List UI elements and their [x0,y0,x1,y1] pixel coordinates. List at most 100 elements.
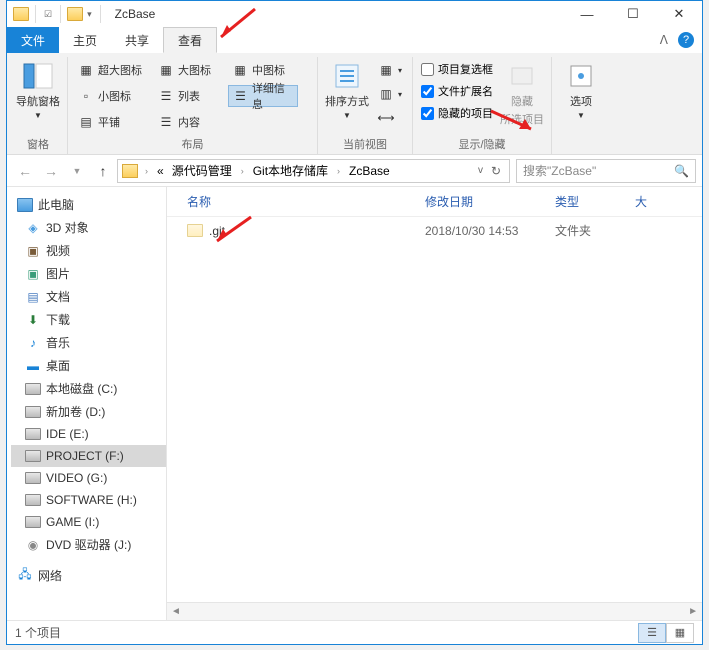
tab-view[interactable]: 查看 [163,27,217,53]
address-bar: ← → ▼ ↑ › « 源代码管理 › Git本地存储库 › ZcBase v … [7,155,702,187]
group-by-button[interactable]: ▦▾ [374,59,406,81]
tree-downloads[interactable]: ⬇下载 [11,308,166,331]
folder-icon[interactable] [67,7,83,21]
navigation-tree[interactable]: 此电脑 ◈3D 对象 ▣视频 ▣图片 ▤文档 ⬇下载 ♪音乐 ▬桌面 本地磁盘 … [7,187,167,620]
sort-button[interactable]: 排序方式 ▼ [324,59,370,133]
maximize-button[interactable]: ☐ [610,1,656,27]
horizontal-scrollbar[interactable]: ◄► [167,602,702,620]
tab-file[interactable]: 文件 [7,27,59,53]
app-icon[interactable] [13,7,29,21]
tree-music[interactable]: ♪音乐 [11,331,166,354]
layout-list[interactable]: ☰列表 [154,85,224,107]
drive-icon [25,428,41,440]
chevron-right-icon: › [142,166,151,176]
group-current-view: 排序方式 ▼ ▦▾ ▥▾ ⟷ 当前视图 [318,57,413,154]
file-extensions-toggle[interactable]: 文件扩展名 [419,81,495,101]
close-button[interactable]: ✕ [656,1,702,27]
tree-drive-e[interactable]: IDE (E:) [11,423,166,445]
tree-3d-objects[interactable]: ◈3D 对象 [11,216,166,239]
back-button[interactable]: ← [13,159,37,183]
drive-icon [25,472,41,484]
ribbon-tabs: 文件 主页 共享 查看 ᐱ ? [7,27,702,53]
layout-tiles[interactable]: ▤平铺 [74,111,150,133]
tree-drive-f[interactable]: PROJECT (F:) [11,445,166,467]
tree-desktop[interactable]: ▬桌面 [11,354,166,377]
quick-access-toolbar: ☑ ▾ [7,5,105,23]
layout-large[interactable]: ▦大图标 [154,59,224,81]
collapse-ribbon-icon[interactable]: ᐱ [660,33,668,47]
title-bar: ☑ ▾ ZcBase — ☐ ✕ [7,1,702,27]
crumb-item[interactable]: ZcBase [347,164,392,178]
explorer-window: ☑ ▾ ZcBase — ☐ ✕ 文件 主页 共享 查看 ᐱ ? 导航窗 [6,0,703,645]
history-dropdown-icon[interactable]: ▼ [65,159,89,183]
drive-icon [25,383,41,395]
up-button[interactable]: ↑ [91,159,115,183]
file-type: 文件夹 [555,222,635,239]
crumb-item[interactable]: 源代码管理 [170,162,234,179]
tree-videos[interactable]: ▣视频 [11,239,166,262]
sort-label: 排序方式 [325,93,369,109]
hidden-folder-icon [187,224,203,237]
tab-share[interactable]: 共享 [111,27,163,53]
hidden-items-toggle[interactable]: 隐藏的项目 [419,103,495,123]
layout-details[interactable]: ☰详细信息 [228,85,298,107]
pc-icon [17,198,33,212]
layout-content[interactable]: ☰内容 [154,111,224,133]
refresh-icon[interactable]: ↻ [487,164,505,178]
tree-drive-d[interactable]: 新加卷 (D:) [11,400,166,423]
breadcrumb[interactable]: › « 源代码管理 › Git本地存储库 › ZcBase v ↻ [117,159,510,183]
nav-pane-label: 导航窗格 [16,93,60,109]
status-bar: 1 个项目 ☰ ▦ [7,620,702,644]
qat-dropdown-icon[interactable]: ▾ [85,9,94,20]
layout-small[interactable]: ▫小图标 [74,85,150,107]
group-layout: ▦超大图标 ▦大图标 ▦中图标 ▫小图标 ☰列表 ☰详细信息 ▤平铺 ☰内容 布… [68,57,318,154]
tree-drive-j[interactable]: ◉DVD 驱动器 (J:) [11,533,166,556]
network-icon: 🖧 [17,568,33,584]
column-headers[interactable]: 名称 修改日期 类型 大 [167,187,702,217]
group-label: 布局 [74,133,311,154]
col-size[interactable]: 大 [635,193,694,210]
tree-drive-i[interactable]: GAME (I:) [11,511,166,533]
item-checkboxes-toggle[interactable]: 项目复选框 [419,59,495,79]
minimize-button[interactable]: — [564,1,610,27]
divider [60,5,61,23]
tab-home[interactable]: 主页 [59,27,111,53]
help-icon[interactable]: ? [678,32,694,48]
group-options: 选项 ▼ [552,57,610,154]
add-columns-button[interactable]: ▥▾ [374,83,406,105]
forward-button[interactable]: → [39,159,63,183]
icons-view-toggle[interactable]: ▦ [666,623,694,643]
nav-pane-button[interactable]: 导航窗格 ▼ [15,59,61,133]
details-view-toggle[interactable]: ☰ [638,623,666,643]
search-input[interactable]: 搜索"ZcBase" 🔍 [516,159,696,183]
group-panes: 导航窗格 ▼ 窗格 [9,57,68,154]
tree-this-pc[interactable]: 此电脑 [11,193,166,216]
size-columns-button[interactable]: ⟷ [374,107,406,129]
col-modified[interactable]: 修改日期 [425,193,555,210]
tree-drive-g[interactable]: VIDEO (G:) [11,467,166,489]
col-type[interactable]: 类型 [555,193,635,210]
divider [35,5,36,23]
search-icon[interactable]: 🔍 [674,164,689,178]
tree-pictures[interactable]: ▣图片 [11,262,166,285]
chevron-down-icon: ▼ [577,111,585,120]
layout-extra-large[interactable]: ▦超大图标 [74,59,150,81]
col-name[interactable]: 名称 [175,193,425,210]
tree-drive-c[interactable]: 本地磁盘 (C:) [11,377,166,400]
layout-medium[interactable]: ▦中图标 [228,59,298,81]
chevron-down-icon[interactable]: v [478,165,483,176]
options-button[interactable]: 选项 ▼ [558,59,604,137]
ribbon-help: ᐱ ? [660,27,702,53]
file-row[interactable]: .git 2018/10/30 14:53 文件夹 [167,217,702,244]
folder-icon [122,164,138,178]
tree-network[interactable]: 🖧网络 [11,564,166,587]
tree-drive-h[interactable]: SOFTWARE (H:) [11,489,166,511]
group-label: 当前视图 [324,133,406,154]
qat-dropdown-icon[interactable]: ☑ [42,9,54,20]
tree-documents[interactable]: ▤文档 [11,285,166,308]
file-name: .git [209,224,225,238]
chevron-down-icon: ▼ [34,111,42,120]
drive-icon [25,406,41,418]
crumb-item[interactable]: Git本地存储库 [251,162,330,179]
view-toggles: ☰ ▦ [638,623,694,643]
